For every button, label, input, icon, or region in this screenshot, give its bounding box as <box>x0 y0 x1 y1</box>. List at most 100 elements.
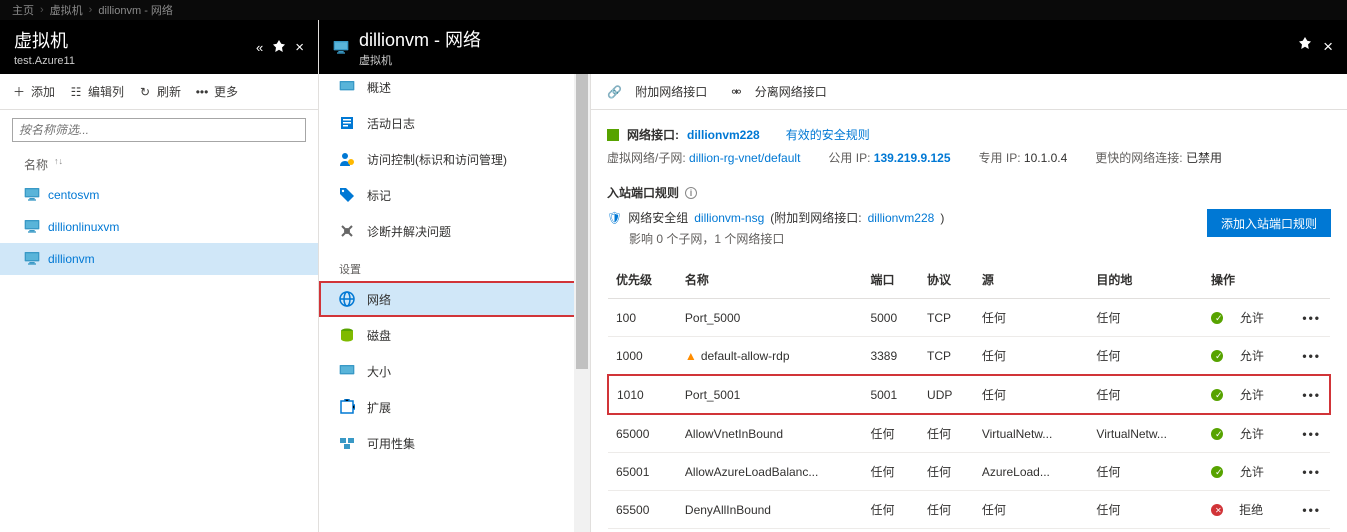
nic-link[interactable]: dillionvm228 <box>687 128 760 142</box>
rule-row[interactable]: 65000AllowVnetInBound任何任何VirtualNetw...V… <box>608 414 1330 453</box>
filter-input[interactable] <box>12 118 306 142</box>
cell-name: Port_5000 <box>677 299 863 337</box>
add-inbound-rule-button[interactable]: 添加入站端口规则 <box>1207 209 1331 237</box>
columns-icon: ☷ <box>69 85 83 99</box>
menu-item-disks[interactable]: 磁盘 <box>319 317 590 353</box>
cell-dest: 任何 <box>1088 491 1203 529</box>
sort-asc-icon: ↑↓ <box>54 156 63 173</box>
close-icon[interactable]: × <box>295 39 304 56</box>
menu-item-overview[interactable]: 概述 <box>319 69 590 105</box>
detach-nic-button[interactable]: ⚮ 分离网络接口 <box>731 83 826 100</box>
vm-link[interactable]: dillionlinuxvm <box>48 220 119 234</box>
cell-source: AzureLoad... <box>974 453 1089 491</box>
menu-item-label: 网络 <box>367 291 391 308</box>
blade-a-subtitle: test.Azure11 <box>14 55 75 67</box>
rule-row[interactable]: 1010Port_50015001UDP任何任何 允许••• <box>608 375 1330 414</box>
inbound-rules-header: 入站端口规则 i <box>607 184 1331 201</box>
availability-icon <box>339 435 355 451</box>
col-source[interactable]: 源 <box>974 261 1089 299</box>
cell-dest: VirtualNetw... <box>1088 414 1203 453</box>
blade-a-toolbar: ＋添加 ☷编辑列 ↻刷新 •••更多 <box>0 74 318 110</box>
public-ip-label: 公用 IP: <box>828 151 870 165</box>
column-header-name[interactable]: 名称↑↓ <box>0 150 318 179</box>
vm-list-item[interactable]: dillionvm <box>0 243 318 275</box>
rule-row[interactable]: 1000▲default-allow-rdp3389TCP任何任何 允许••• <box>608 337 1330 376</box>
attach-nic-button[interactable]: 🔗 附加网络接口 <box>607 83 707 100</box>
scrollbar-thumb[interactable] <box>576 69 588 369</box>
public-ip-link[interactable]: 139.219.9.125 <box>874 151 951 165</box>
add-button[interactable]: ＋添加 <box>12 83 55 100</box>
info-icon[interactable]: i <box>685 187 697 199</box>
menu-item-size[interactable]: 大小 <box>319 353 590 389</box>
rule-row[interactable]: 65500DenyAllInBound任何任何任何任何 拒绝••• <box>608 491 1330 529</box>
row-more-button[interactable]: ••• <box>1302 349 1321 363</box>
more-icon: ••• <box>195 85 209 99</box>
nsg-line: 🛡 网络安全组 dillionvm-nsg (附加到网络接口: dillionv… <box>607 209 1207 226</box>
close-icon[interactable]: × <box>1323 37 1333 57</box>
detail-blade: dillionvm - 网络 虚拟机 × 🔗 附加网络接口 ⚮ 分离网络接口 网… <box>591 20 1347 532</box>
menu-item-extensions[interactable]: 扩展 <box>319 389 590 425</box>
row-more-button[interactable]: ••• <box>1302 311 1321 325</box>
pin-icon[interactable] <box>273 40 285 55</box>
vm-icon <box>24 219 40 236</box>
col-dest[interactable]: 目的地 <box>1088 261 1203 299</box>
pin-icon[interactable] <box>1299 37 1311 57</box>
col-protocol[interactable]: 协议 <box>919 261 974 299</box>
subnet-link[interactable]: dillion-rg-vnet/default <box>689 151 800 165</box>
menu-item-availability[interactable]: 可用性集 <box>319 425 590 461</box>
cell-protocol: TCP <box>919 337 974 376</box>
cell-source: 任何 <box>974 299 1089 337</box>
cell-name: Port_5001 <box>677 375 863 414</box>
cell-priority: 100 <box>608 299 677 337</box>
effective-rules-link[interactable]: 有效的安全规则 <box>786 126 870 143</box>
accel-label: 更快的网络连接: <box>1095 151 1182 165</box>
activity-log-icon <box>339 115 355 131</box>
menu-item-access-control[interactable]: 访问控制(标识和访问管理) <box>319 141 590 177</box>
attach-icon: 🔗 <box>607 85 622 99</box>
rules-table: 优先级 名称 端口 协议 源 目的地 操作 100Port_50005000TC… <box>607 261 1331 529</box>
nic-status-icon <box>607 129 619 141</box>
more-button[interactable]: •••更多 <box>195 83 238 100</box>
nsg-link[interactable]: dillionvm-nsg <box>694 211 764 225</box>
rule-row[interactable]: 100Port_50005000TCP任何任何 允许••• <box>608 299 1330 337</box>
access-control-icon <box>339 151 355 167</box>
warning-icon: ▲ <box>685 349 697 363</box>
cell-protocol: 任何 <box>919 414 974 453</box>
disks-icon <box>339 327 355 343</box>
col-action[interactable]: 操作 <box>1203 261 1294 299</box>
vm-link[interactable]: dillionvm <box>48 252 95 266</box>
refresh-button[interactable]: ↻刷新 <box>138 83 181 100</box>
scrollbar[interactable] <box>574 69 590 532</box>
vm-list-item[interactable]: centosvm <box>0 179 318 211</box>
col-port[interactable]: 端口 <box>862 261 919 299</box>
menu-item-label: 访问控制(标识和访问管理) <box>367 151 507 168</box>
menu-item-diagnose[interactable]: 诊断并解决问题 <box>319 213 590 249</box>
cell-source: VirtualNetw... <box>974 414 1089 453</box>
cell-dest: 任何 <box>1088 375 1203 414</box>
vm-icon <box>24 187 40 204</box>
menu-item-label: 扩展 <box>367 399 391 416</box>
vm-icon <box>24 251 40 268</box>
nsg-iface-link[interactable]: dillionvm228 <box>868 211 935 225</box>
row-more-button[interactable]: ••• <box>1302 427 1321 441</box>
col-priority[interactable]: 优先级 <box>608 261 677 299</box>
collapse-icon[interactable]: « <box>256 40 263 55</box>
row-more-button[interactable]: ••• <box>1302 503 1321 517</box>
cell-port: 任何 <box>862 491 919 529</box>
col-name[interactable]: 名称 <box>677 261 863 299</box>
attach-label: 附加网络接口 <box>635 83 707 100</box>
menu-item-networking[interactable]: 网络 <box>319 281 590 317</box>
rule-row[interactable]: 65001AllowAzureLoadBalanc...任何任何AzureLoa… <box>608 453 1330 491</box>
menu-item-activity-log[interactable]: 活动日志 <box>319 105 590 141</box>
vm-link[interactable]: centosvm <box>48 188 99 202</box>
breadcrumb-home[interactable]: 主页 <box>12 2 34 18</box>
vm-list-item[interactable]: dillionlinuxvm <box>0 211 318 243</box>
menu-item-tags[interactable]: 标记 <box>319 177 590 213</box>
cell-port: 任何 <box>862 453 919 491</box>
detach-icon: ⚮ <box>731 85 741 99</box>
edit-columns-button[interactable]: ☷编辑列 <box>69 83 124 100</box>
row-more-button[interactable]: ••• <box>1302 465 1321 479</box>
breadcrumb-vm[interactable]: 虚拟机 <box>50 2 83 18</box>
row-more-button[interactable]: ••• <box>1302 388 1321 402</box>
menu-item-label: 概述 <box>367 79 391 96</box>
